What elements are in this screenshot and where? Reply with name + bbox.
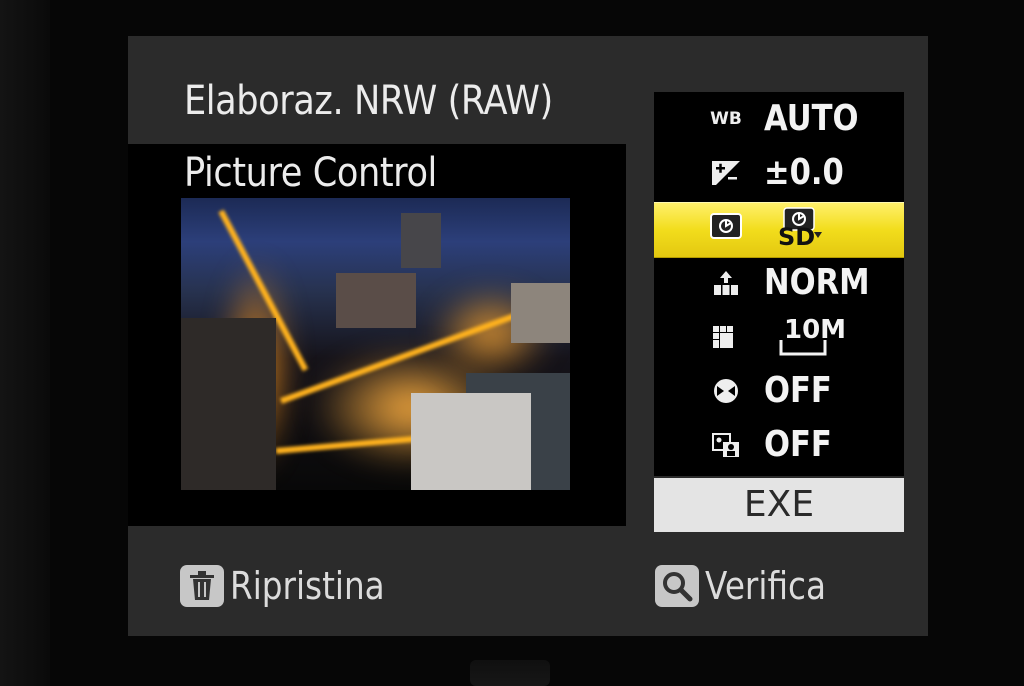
magnifier-icon	[655, 565, 699, 607]
exe-button[interactable]: EXE	[654, 478, 904, 532]
menu-item-picture-control[interactable]: SD	[654, 202, 904, 258]
image-building	[181, 318, 276, 490]
menu-item-value: AUTO	[764, 98, 859, 139]
lcd-screen: Elaboraz. NRW (RAW) Picture Control WB A…	[128, 36, 928, 636]
white-balance-icon: WB	[710, 109, 742, 129]
d-lighting-icon	[710, 378, 742, 404]
image-quality-icon	[710, 270, 742, 296]
menu-item-exposure-compensation[interactable]: ±0.0	[654, 146, 904, 200]
menu-item-white-balance[interactable]: WB AUTO	[654, 92, 904, 146]
reset-button[interactable]: Ripristina	[180, 562, 410, 610]
image-building	[511, 283, 570, 343]
settings-menu: WB AUTO ±0.0 SD NORM 10M OFF OFF	[654, 92, 904, 476]
menu-item-image-size[interactable]: 10M	[654, 310, 904, 364]
menu-item-value: SD	[778, 223, 816, 251]
image-size-value-box: 10M	[778, 314, 846, 358]
camera-brand-area	[470, 660, 550, 686]
image-size-icon	[710, 324, 742, 350]
picture-control-standard-icon: SD	[778, 206, 826, 250]
reset-label: Ripristina	[230, 564, 385, 608]
menu-item-noise-reduction[interactable]: OFF	[654, 418, 904, 472]
menu-item-value: OFF	[764, 424, 832, 465]
image-building	[336, 273, 416, 328]
image-building	[401, 213, 441, 268]
review-label: Verifica	[705, 564, 827, 608]
preview-image	[181, 198, 570, 490]
menu-item-value: NORM	[764, 262, 870, 303]
page-title: Elaboraz. NRW (RAW)	[184, 78, 553, 124]
section-title: Picture Control	[184, 150, 437, 196]
exposure-compensation-icon	[710, 160, 742, 186]
menu-item-value: ±0.0	[764, 152, 844, 193]
image-building	[411, 393, 531, 490]
menu-item-d-lighting[interactable]: OFF	[654, 364, 904, 418]
menu-item-value: OFF	[764, 370, 832, 411]
camera-bezel	[0, 0, 50, 686]
trash-icon	[180, 565, 224, 607]
picture-control-icon	[710, 213, 742, 239]
menu-item-image-quality[interactable]: NORM	[654, 256, 904, 310]
noise-reduction-icon	[710, 432, 742, 458]
review-button[interactable]: Verifica	[655, 562, 846, 610]
